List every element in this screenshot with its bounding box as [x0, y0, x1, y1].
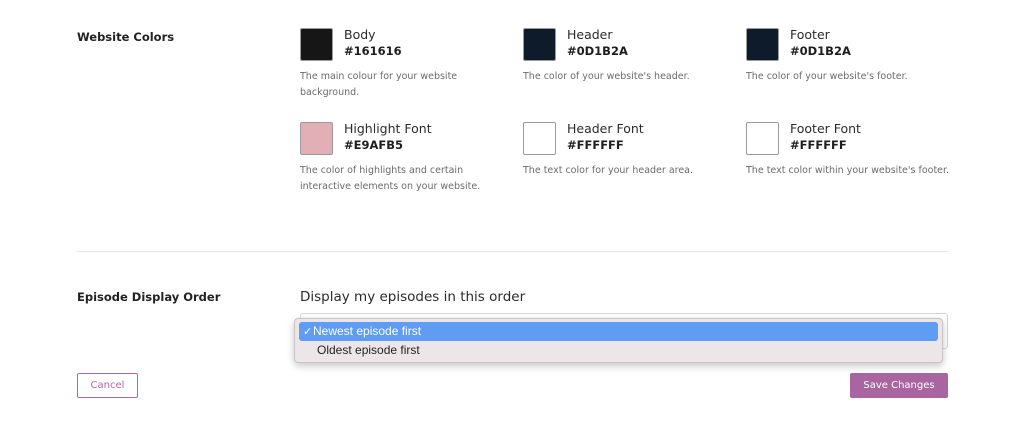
color-name: Body	[344, 27, 376, 42]
color-description: The color of highlights and certain inte…	[300, 165, 481, 192]
color-setting-highlight-font: Highlight Font #E9AFB5 The color of high…	[300, 121, 515, 194]
color-description: The color of your website's footer.	[746, 71, 908, 82]
option-label: Oldest episode first	[317, 343, 420, 357]
color-hex-value: #161616	[344, 44, 402, 58]
color-name: Header Font	[567, 121, 644, 136]
color-setting-footer-font: Footer Font #FFFFFF The text color withi…	[746, 121, 961, 179]
color-name: Highlight Font	[344, 121, 432, 136]
header-color-swatch[interactable]	[523, 28, 556, 61]
color-hex-value: #FFFFFF	[790, 138, 847, 152]
episode-order-heading: Display my episodes in this order	[300, 289, 526, 305]
color-name: Footer	[790, 27, 830, 42]
episode-display-order-label: Episode Display Order	[77, 290, 221, 304]
color-hex-value: #0D1B2A	[567, 44, 628, 58]
header-font-color-swatch[interactable]	[523, 122, 556, 155]
dropdown-option-newest[interactable]: ✓Newest episode first	[299, 322, 938, 341]
body-color-swatch[interactable]	[300, 28, 333, 61]
footer-color-swatch[interactable]	[746, 28, 779, 61]
color-setting-body: Body #161616 The main colour for your we…	[300, 27, 515, 100]
dropdown-option-oldest[interactable]: Oldest episode first	[299, 341, 938, 360]
color-setting-header-font: Header Font #FFFFFF The text color for y…	[523, 121, 738, 179]
section-divider	[77, 251, 948, 252]
cancel-button[interactable]: Cancel	[77, 373, 138, 398]
color-setting-header: Header #0D1B2A The color of your website…	[523, 27, 738, 85]
color-setting-footer: Footer #0D1B2A The color of your website…	[746, 27, 961, 85]
footer-font-color-swatch[interactable]	[746, 122, 779, 155]
highlight-font-color-swatch[interactable]	[300, 122, 333, 155]
website-colors-label: Website Colors	[77, 30, 175, 44]
color-description: The text color within your website's foo…	[746, 165, 950, 176]
color-name: Footer Font	[790, 121, 861, 136]
option-label: Newest episode first	[313, 324, 422, 338]
color-hex-value: #E9AFB5	[344, 138, 404, 152]
color-hex-value: #0D1B2A	[790, 44, 851, 58]
color-name: Header	[567, 27, 613, 42]
color-hex-value: #FFFFFF	[567, 138, 624, 152]
color-description: The color of your website's header.	[523, 71, 690, 82]
color-description: The main colour for your website backgro…	[300, 71, 458, 98]
checkmark-icon: ✓	[303, 326, 313, 338]
color-description: The text color for your header area.	[523, 165, 694, 176]
save-changes-button[interactable]: Save Changes	[850, 373, 948, 398]
episode-order-dropdown-menu: ✓Newest episode first Oldest episode fir…	[294, 318, 943, 363]
